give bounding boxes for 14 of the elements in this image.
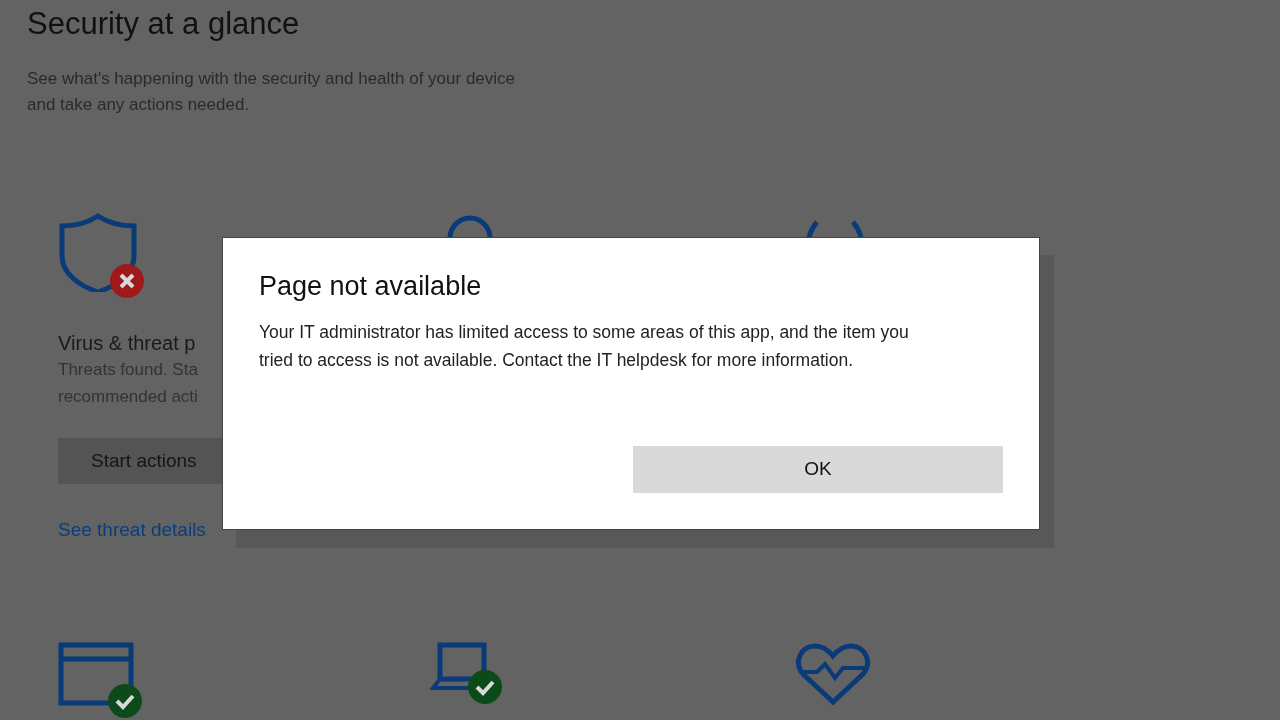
error-badge-icon <box>110 264 144 298</box>
ok-button[interactable]: OK <box>633 446 1003 493</box>
check-badge-icon <box>468 670 502 704</box>
dialog-title: Page not available <box>259 270 483 303</box>
shield-icon <box>58 212 138 292</box>
browser-window-icon <box>58 642 134 706</box>
check-badge-icon <box>108 684 142 718</box>
dialog-message: Your IT administrator has limited access to some areas of this app, and the item you tried to access is not available. Contact the IT helpdesk for more information. <box>259 321 910 372</box>
page-subtitle: See what's happening with the security and health of your device <box>27 68 517 90</box>
threat-details-link[interactable]: See threat details <box>58 516 206 545</box>
page-title: Security at a glance <box>27 5 301 43</box>
page-subtitle: and take any actions needed. <box>27 94 251 116</box>
heart-pulse-icon <box>795 642 871 706</box>
card-title: Virus & threat p <box>58 331 196 356</box>
